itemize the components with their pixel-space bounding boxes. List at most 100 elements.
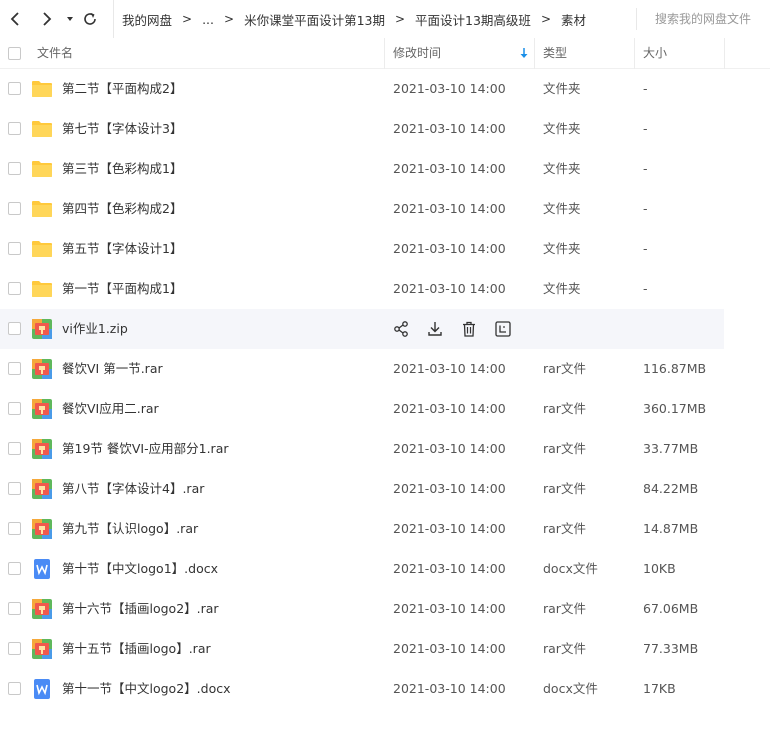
row-checkbox[interactable] [8, 682, 21, 695]
file-name[interactable]: 第九节【认识logo】.rar [62, 509, 198, 549]
file-row[interactable]: 第二节【平面构成2】 2021-03-10 14:00 文件夹 - [0, 69, 770, 109]
refresh-icon [84, 13, 96, 25]
breadcrumb-item[interactable]: 我的网盘 [122, 10, 172, 29]
search-input[interactable] [655, 12, 770, 26]
file-row[interactable]: 第十节【中文logo1】.docx 2021-03-10 14:00 docx文件 1… [0, 549, 770, 589]
file-name[interactable]: 第八节【字体设计4】.rar [62, 469, 204, 509]
archive-icon [31, 399, 53, 419]
folder-icon [31, 279, 53, 299]
history-dropdown-button[interactable] [60, 9, 80, 29]
file-modified-time: 2021-03-10 14:00 [393, 641, 506, 656]
file-name[interactable]: 第十六节【插画logo2】.rar [62, 589, 219, 629]
breadcrumb-item[interactable]: ... [202, 12, 214, 27]
more-icon[interactable] [494, 320, 512, 338]
select-all-checkbox[interactable] [8, 47, 21, 60]
row-checkbox[interactable] [8, 602, 21, 615]
column-header-name[interactable]: 文件名 [37, 38, 73, 69]
file-name[interactable]: 第三节【色彩构成1】 [62, 149, 182, 189]
chevron-left-icon [10, 12, 19, 26]
row-checkbox[interactable] [8, 242, 21, 255]
breadcrumb-item[interactable]: 平面设计13期高级班 [415, 10, 531, 29]
breadcrumb-separator: > [182, 12, 193, 26]
sort-descending-icon[interactable] [520, 48, 528, 59]
folder-icon [31, 239, 53, 259]
folder-icon [31, 199, 53, 219]
share-icon[interactable] [392, 320, 410, 338]
file-name[interactable]: 第一节【平面构成1】 [62, 269, 182, 309]
file-name[interactable]: 第十节【中文logo1】.docx [62, 549, 218, 589]
file-name[interactable]: 餐饮VI 第一节.rar [62, 349, 163, 389]
column-header-modified[interactable]: 修改时间 [393, 38, 441, 69]
file-row[interactable]: 餐饮VI 第一节.rar 2021-03-10 14:00 rar文件 116.87M… [0, 349, 770, 389]
file-row[interactable]: 第七节【字体设计3】 2021-03-10 14:00 文件夹 - [0, 109, 770, 149]
row-checkbox[interactable] [8, 522, 21, 535]
column-header-type[interactable]: 类型 [543, 38, 567, 69]
file-row[interactable]: 第八节【字体设计4】.rar 2021-03-10 14:00 rar文件 84.22… [0, 469, 770, 509]
top-bar: 我的网盘 >... > 米你课堂平面设计第13期 > 平面设计13期高级班 > 素材 [0, 0, 770, 38]
delete-icon[interactable] [460, 320, 478, 338]
file-size: - [643, 121, 648, 136]
row-checkbox[interactable] [8, 202, 21, 215]
file-name[interactable]: 第十一节【中文logo2】.docx [62, 669, 230, 709]
file-row[interactable]: vi作业1.zip [0, 309, 724, 349]
file-size: 33.77MB [643, 441, 699, 456]
file-name[interactable]: 第四节【色彩构成2】 [62, 189, 182, 229]
file-size: 360.17MB [643, 401, 707, 416]
file-modified-time: 2021-03-10 14:00 [393, 361, 506, 376]
archive-icon [31, 479, 53, 499]
word-icon [31, 559, 53, 579]
file-row[interactable]: 第一节【平面构成1】 2021-03-10 14:00 文件夹 - [0, 269, 770, 309]
breadcrumb-separator: > [540, 12, 551, 26]
refresh-button[interactable] [80, 9, 100, 29]
file-name[interactable]: 第十五节【插画logo】.rar [62, 629, 211, 669]
file-type: rar文件 [543, 641, 586, 656]
row-checkbox[interactable] [8, 642, 21, 655]
file-type: 文件夹 [543, 161, 581, 176]
row-checkbox[interactable] [8, 402, 21, 415]
file-name[interactable]: 第二节【平面构成2】 [62, 69, 182, 109]
download-icon[interactable] [426, 320, 444, 338]
file-row[interactable]: 第19节 餐饮VI-应用部分1.rar 2021-03-10 14:00 rar文件… [0, 429, 770, 469]
breadcrumb-item[interactable]: 米你课堂平面设计第13期 [244, 10, 385, 29]
file-size: 17KB [643, 681, 676, 696]
file-name[interactable]: 第19节 餐饮VI-应用部分1.rar [62, 429, 229, 469]
breadcrumb-item[interactable]: 素材 [561, 10, 586, 29]
search-box[interactable] [636, 8, 770, 30]
file-row[interactable]: 第十六节【插画logo2】.rar 2021-03-10 14:00 rar文件 67… [0, 589, 770, 629]
file-row[interactable]: 第十一节【中文logo2】.docx 2021-03-10 14:00 docx文件… [0, 669, 770, 709]
file-name[interactable]: 第五节【字体设计1】 [62, 229, 182, 269]
file-size: 10KB [643, 561, 676, 576]
archive-icon [31, 439, 53, 459]
file-type: rar文件 [543, 361, 586, 376]
column-header-size[interactable]: 大小 [643, 38, 667, 69]
archive-icon [31, 599, 53, 619]
row-checkbox[interactable] [8, 562, 21, 575]
file-row[interactable]: 餐饮VI应用二.rar 2021-03-10 14:00 rar文件 360.17MB [0, 389, 770, 429]
forward-button[interactable] [36, 9, 56, 29]
row-checkbox[interactable] [8, 482, 21, 495]
file-row[interactable]: 第三节【色彩构成1】 2021-03-10 14:00 文件夹 - [0, 149, 770, 189]
row-checkbox[interactable] [8, 282, 21, 295]
file-row[interactable]: 第四节【色彩构成2】 2021-03-10 14:00 文件夹 - [0, 189, 770, 229]
word-icon [31, 679, 53, 699]
file-row[interactable]: 第五节【字体设计1】 2021-03-10 14:00 文件夹 - [0, 229, 770, 269]
file-size: 77.33MB [643, 641, 699, 656]
breadcrumb-separator: > [224, 12, 235, 26]
file-row[interactable]: 第十五节【插画logo】.rar 2021-03-10 14:00 rar文件 77.… [0, 629, 770, 669]
file-type: 文件夹 [543, 121, 581, 136]
row-checkbox[interactable] [8, 322, 21, 335]
file-size: - [643, 201, 648, 216]
file-row[interactable]: 第九节【认识logo】.rar 2021-03-10 14:00 rar文件 14.8… [0, 509, 770, 549]
file-type: 文件夹 [543, 241, 581, 256]
file-modified-time: 2021-03-10 14:00 [393, 201, 506, 216]
back-button[interactable] [6, 9, 26, 29]
row-checkbox[interactable] [8, 162, 21, 175]
file-name[interactable]: 餐饮VI应用二.rar [62, 389, 159, 429]
row-checkbox[interactable] [8, 442, 21, 455]
file-name[interactable]: 第七节【字体设计3】 [62, 109, 182, 149]
row-checkbox[interactable] [8, 82, 21, 95]
row-checkbox[interactable] [8, 362, 21, 375]
file-size: - [643, 241, 648, 256]
file-name[interactable]: vi作业1.zip [62, 309, 128, 349]
row-checkbox[interactable] [8, 122, 21, 135]
